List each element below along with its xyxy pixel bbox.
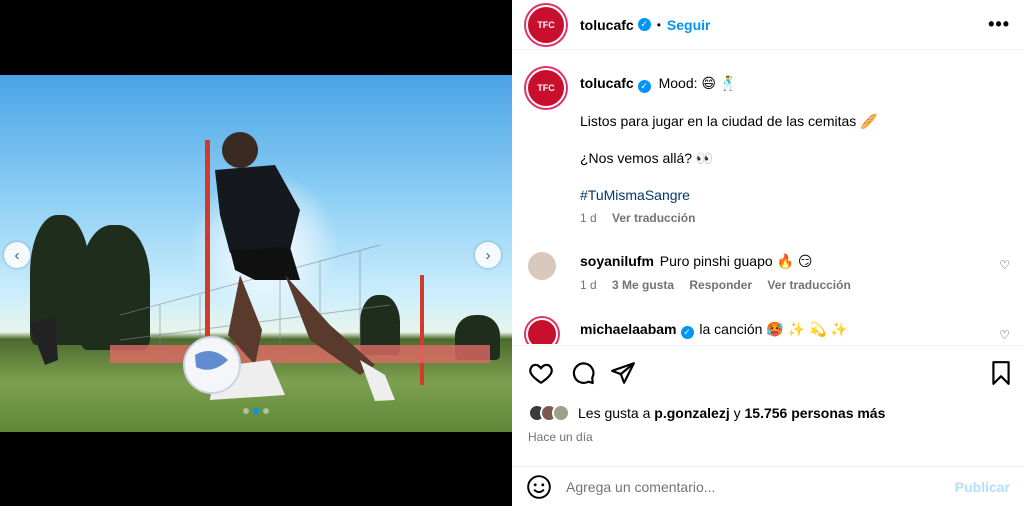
comment-likes-count[interactable]: 3 Me gusta — [612, 278, 674, 292]
likes-summary: Les gusta a p.gonzalezj y 15.756 persona… — [528, 404, 885, 422]
previous-slide-button[interactable]: ‹ — [4, 242, 30, 268]
verified-badge-icon: ✓ — [637, 18, 651, 31]
comment-item: soyanilufm Puro pinshi guapo 🔥 😏 1 d 3 M… — [526, 250, 1010, 292]
caption-block: TFC tolucafc ✓ Mood: 😄 🕺 Listos para juga… — [526, 68, 1010, 225]
follow-button[interactable]: Seguir — [667, 17, 711, 33]
photo-scene — [30, 132, 490, 401]
comment-text: la canción 🥵 ✨ 💫 ✨ — [699, 321, 848, 337]
comments-section: TFC tolucafc ✓ Mood: 😄 🕺 Listos para juga… — [512, 60, 1024, 344]
comment-username[interactable]: michaelaabam — [580, 321, 677, 337]
action-bar — [512, 345, 1024, 401]
post-photo — [0, 75, 512, 432]
likes-count[interactable]: 15.756 personas más — [745, 405, 886, 421]
publish-button[interactable]: Publicar — [955, 479, 1010, 495]
comment-username[interactable]: soyanilufm — [580, 253, 654, 269]
caption-username[interactable]: tolucafc — [580, 75, 634, 91]
chevron-left-icon: ‹ — [14, 246, 20, 264]
post-side-panel: TFC tolucafc ✓ • Seguir ••• TFC tolucafc… — [512, 0, 1024, 506]
post-timestamp: Hace un día — [528, 430, 593, 444]
caption-age: 1 d — [580, 210, 597, 225]
instagram-post-modal: ‹ › TFC tolucafc ✓ • Seguir ••• TFC tolu… — [0, 0, 1024, 506]
post-header: TFC tolucafc ✓ • Seguir ••• — [512, 0, 1024, 50]
comment-input[interactable] — [566, 478, 955, 495]
media-viewer: ‹ › — [0, 0, 512, 506]
liker-username[interactable]: p.gonzalezj — [654, 405, 729, 421]
liker-avatars — [528, 404, 570, 422]
caption-line: Listos para jugar en la ciudad de las ce… — [580, 112, 878, 129]
comment-age: 1 d — [580, 278, 597, 292]
comment-composer: Publicar — [512, 466, 1024, 506]
reply-button[interactable]: Responder — [689, 278, 752, 292]
chevron-right-icon: › — [485, 246, 491, 264]
comment-text: Puro pinshi guapo 🔥 😏 — [659, 253, 813, 269]
carousel-dot — [263, 408, 269, 414]
avatar[interactable]: TFC — [526, 4, 566, 45]
hashtag-link[interactable]: #TuMismaSangre — [580, 186, 1010, 204]
avatar — [552, 404, 570, 422]
carousel-dot — [243, 408, 249, 414]
emoji-icon[interactable] — [526, 474, 552, 500]
comment-avatar[interactable] — [526, 250, 558, 282]
caption-avatar[interactable]: TFC — [526, 68, 566, 108]
carousel-dots — [0, 408, 512, 414]
carousel-dot-active — [253, 408, 259, 414]
post-username[interactable]: tolucafc — [580, 17, 634, 33]
share-send-icon[interactable] — [610, 360, 636, 386]
like-heart-icon[interactable] — [528, 360, 554, 386]
next-slide-button[interactable]: › — [475, 242, 501, 268]
comment-item: michaelaabam ✓ la canción 🥵 ✨ 💫 ✨ ♡ — [526, 318, 1010, 344]
translate-link[interactable]: Ver traducción — [767, 278, 850, 292]
heart-icon[interactable]: ♡ — [999, 328, 1010, 342]
translate-link[interactable]: Ver traducción — [612, 211, 695, 225]
verified-badge-icon: ✓ — [680, 325, 694, 339]
comment-bubble-icon[interactable] — [570, 360, 596, 386]
heart-icon[interactable]: ♡ — [999, 258, 1010, 272]
caption-line: Mood: 😄 🕺 — [658, 75, 738, 91]
bookmark-icon[interactable] — [988, 360, 1014, 386]
more-options-icon[interactable]: ••• — [988, 14, 1010, 35]
comment-avatar[interactable] — [526, 318, 558, 344]
verified-badge-icon: ✓ — [637, 79, 651, 93]
caption-line: ¿Nos vemos allá? 👀 — [580, 149, 714, 166]
